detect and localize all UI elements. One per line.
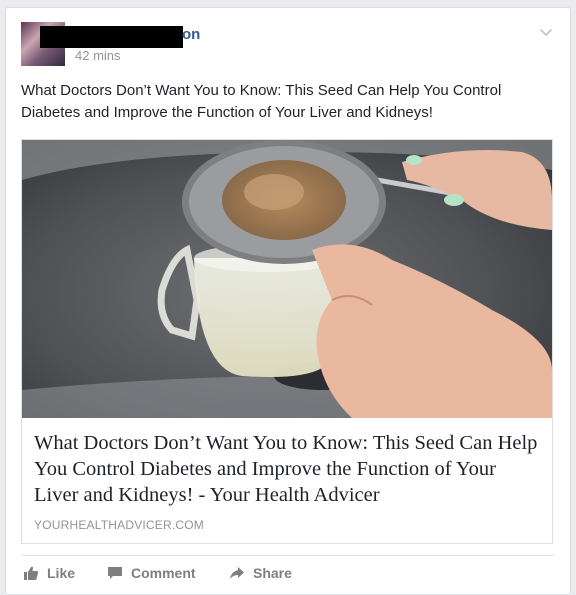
share-arrow-icon [230, 567, 244, 579]
share-button[interactable]: Share [229, 561, 292, 585]
post-actions: Like Comment Share [21, 561, 555, 585]
comment-label: Comment [131, 565, 196, 581]
link-title[interactable]: What Doctors Don’t Want You to Know: Thi… [34, 430, 544, 508]
thumbs-up-icon [24, 566, 39, 580]
link-preview-card[interactable]: What Doctors Don’t Want You to Know: Thi… [21, 139, 553, 544]
action-divider [21, 555, 555, 556]
author-name-redaction [40, 26, 183, 48]
comment-icon [108, 567, 122, 579]
post-card: on 42 mins What Doctors Don’t Want You t… [5, 7, 571, 595]
link-domain: YOURHEALTHADVICER.COM [34, 518, 204, 532]
post-text: What Doctors Don’t Want You to Know: Thi… [21, 82, 502, 121]
comment-button[interactable]: Comment [107, 561, 196, 585]
share-label: Share [253, 565, 292, 581]
author-name[interactable]: on [182, 26, 200, 43]
link-preview-image[interactable] [22, 140, 552, 418]
post-timestamp[interactable]: 42 mins [75, 48, 121, 63]
chevron-down-icon[interactable] [538, 24, 554, 40]
like-button[interactable]: Like [23, 561, 75, 585]
like-label: Like [47, 565, 76, 581]
